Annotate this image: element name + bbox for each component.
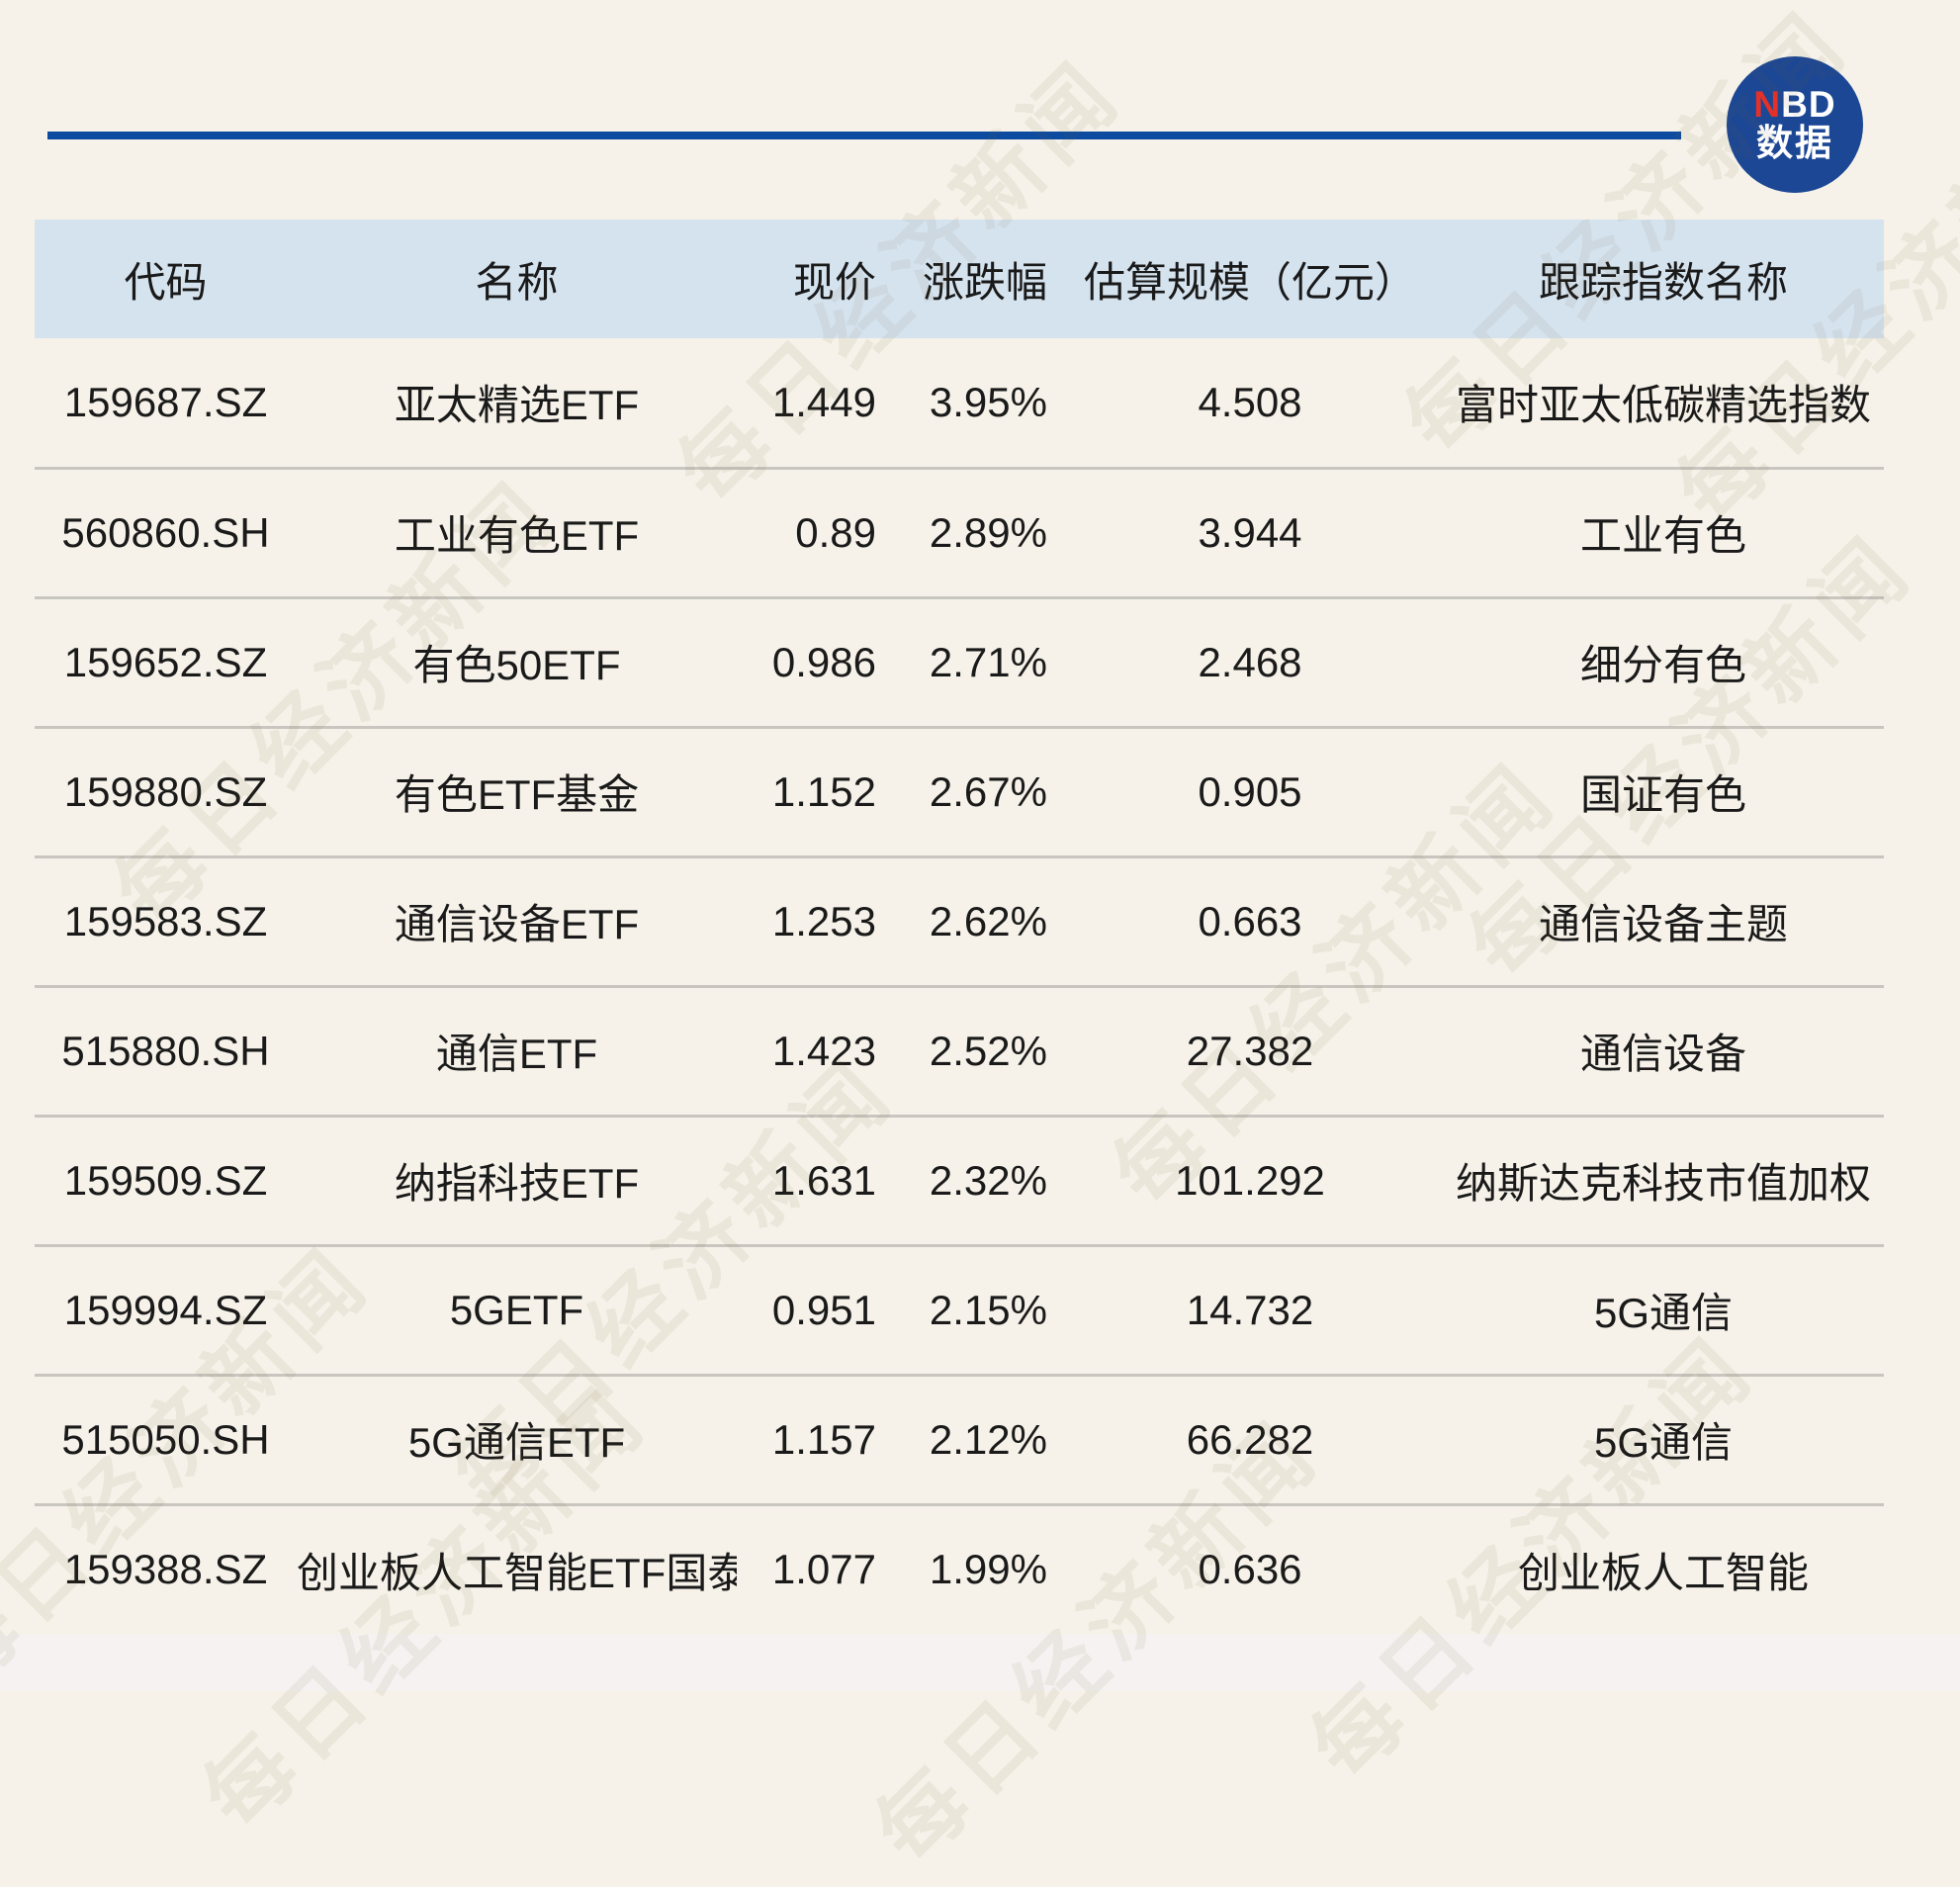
table-cell: 5GETF xyxy=(297,1243,737,1375)
table-row: 159687.SZ 亚太精选ETF 1.449 3.95% 4.508 富时亚太低碳精选指… xyxy=(35,338,1884,468)
column-header: 代码 xyxy=(124,258,208,306)
table-cell: 1.152 xyxy=(737,725,886,856)
nbd-logo-text: NBD xyxy=(1753,84,1836,126)
table-cell: 国证有色 xyxy=(1443,725,1884,856)
table-cell: 工业有色 xyxy=(1443,466,1884,597)
table-cell: 515050.SH xyxy=(35,1373,297,1504)
table-row: 515050.SH 5G通信ETF 1.157 2.12% 66.282 5G通信 xyxy=(35,1373,1884,1504)
table-cell: 515880.SH xyxy=(35,984,297,1116)
table-cell: 0.636 xyxy=(1057,1502,1443,1634)
table-cell: 2.12% xyxy=(886,1373,1057,1504)
table-cell: 5G通信 xyxy=(1443,1243,1884,1375)
table-cell: 2.71% xyxy=(886,595,1057,727)
table-cell: 0.951 xyxy=(737,1243,886,1375)
table-cell: 2.52% xyxy=(886,984,1057,1116)
table-cell: 1.077 xyxy=(737,1502,886,1634)
table-row: 159509.SZ 纳指科技ETF 1.631 2.32% 101.292 纳斯达克科技市… xyxy=(35,1114,1884,1245)
table-cell: 1.631 xyxy=(737,1114,886,1245)
table-cell: 3.944 xyxy=(1057,466,1443,597)
table-cell: 有色ETF基金 xyxy=(297,725,737,856)
table-cell: 0.89 xyxy=(737,466,886,597)
table-cell: 4.508 xyxy=(1198,378,1302,425)
table-cell: 亚太精选ETF xyxy=(394,382,640,429)
table-cell: 纳斯达克科技市值加权 xyxy=(1443,1114,1884,1245)
table-cell: 2.468 xyxy=(1057,595,1443,727)
table-cell: 3.95% xyxy=(929,378,1047,425)
table-cell: 2.15% xyxy=(886,1243,1057,1375)
table-row: 159583.SZ 通信设备ETF 1.253 2.62% 0.663 通信设备主题 xyxy=(35,854,1884,986)
table-cell: 14.732 xyxy=(1057,1243,1443,1375)
logo-letter-n: N xyxy=(1753,84,1782,126)
header-divider-rule xyxy=(47,132,1681,139)
etf-data-table: 代码 名称 现价 涨跌幅 估算规模（亿元） 跟踪指数名称 159687.SZ 亚太精选ETF… xyxy=(35,220,1884,1634)
table-cell: 细分有色 xyxy=(1443,595,1884,727)
table-cell: 159583.SZ xyxy=(35,854,297,986)
table-cell: 纳指科技ETF xyxy=(297,1114,737,1245)
table-body: 159687.SZ 亚太精选ETF 1.449 3.95% 4.508 富时亚太低碳精选指… xyxy=(35,338,1884,1634)
table-cell: 2.62% xyxy=(886,854,1057,986)
header-row: 代码 名称 现价 涨跌幅 估算规模（亿元） 跟踪指数名称 xyxy=(35,220,1884,338)
table-cell: 2.32% xyxy=(886,1114,1057,1245)
table-row: 159994.SZ 5GETF 0.951 2.15% 14.732 5G通信 xyxy=(35,1243,1884,1375)
table-cell: 5G通信ETF xyxy=(297,1373,737,1504)
table-cell: 159994.SZ xyxy=(35,1243,297,1375)
table-cell: 1.449 xyxy=(771,378,876,425)
table-row: 159880.SZ 有色ETF基金 1.152 2.67% 0.905 国证有色 xyxy=(35,725,1884,856)
table-cell: 0.986 xyxy=(737,595,886,727)
table-cell: 通信设备ETF xyxy=(297,854,737,986)
table-cell: 1.157 xyxy=(737,1373,886,1504)
table-cell: 通信设备 xyxy=(1443,984,1884,1116)
column-header: 现价 xyxy=(792,258,876,306)
table-cell: 通信设备主题 xyxy=(1443,854,1884,986)
table-cell: 创业板人工智能ETF国泰 xyxy=(297,1502,737,1634)
nbd-logo: NBD 数据 xyxy=(1727,56,1863,193)
table-row: 159652.SZ 有色50ETF 0.986 2.71% 2.468 细分有色 xyxy=(35,595,1884,727)
table-cell: 101.292 xyxy=(1057,1114,1443,1245)
table-cell: 66.282 xyxy=(1057,1373,1443,1504)
table-cell: 5G通信 xyxy=(1443,1373,1884,1504)
nbd-logo-subtext: 数据 xyxy=(1756,123,1833,163)
table-cell: 1.253 xyxy=(737,854,886,986)
table-row: 159388.SZ 创业板人工智能ETF国泰 1.077 1.99% 0.636 创业板人… xyxy=(35,1502,1884,1634)
table-cell: 创业板人工智能 xyxy=(1443,1502,1884,1634)
table-cell: 2.89% xyxy=(886,466,1057,597)
column-header: 跟踪指数名称 xyxy=(1538,258,1788,306)
table-cell: 159687.SZ xyxy=(63,378,268,425)
table-cell: 159509.SZ xyxy=(35,1114,297,1245)
table-cell: 通信ETF xyxy=(297,984,737,1116)
table-cell: 0.905 xyxy=(1057,725,1443,856)
logo-letters-bd: BD xyxy=(1781,84,1836,126)
column-header: 估算规模（亿元） xyxy=(1083,258,1416,306)
table-cell: 2.67% xyxy=(886,725,1057,856)
bottom-background-strip xyxy=(0,1634,1960,1691)
table-cell: 富时亚太低碳精选指数 xyxy=(1455,382,1871,429)
table-cell: 159652.SZ xyxy=(35,595,297,727)
table-cell: 有色50ETF xyxy=(297,595,737,727)
table-cell: 工业有色ETF xyxy=(297,466,737,597)
table-cell: 159880.SZ xyxy=(35,725,297,856)
table-cell: 560860.SH xyxy=(35,466,297,597)
table-cell: 0.663 xyxy=(1057,854,1443,986)
table-cell: 1.423 xyxy=(737,984,886,1116)
table-cell: 1.99% xyxy=(886,1502,1057,1634)
column-header: 名称 xyxy=(475,258,559,306)
table-row: 560860.SH 工业有色ETF 0.89 2.89% 3.944 工业有色 xyxy=(35,466,1884,597)
table-row: 515880.SH 通信ETF 1.423 2.52% 27.382 通信设备 xyxy=(35,984,1884,1116)
column-header: 涨跌幅 xyxy=(922,258,1047,306)
table-cell: 159388.SZ xyxy=(35,1502,297,1634)
table-cell: 27.382 xyxy=(1057,984,1443,1116)
